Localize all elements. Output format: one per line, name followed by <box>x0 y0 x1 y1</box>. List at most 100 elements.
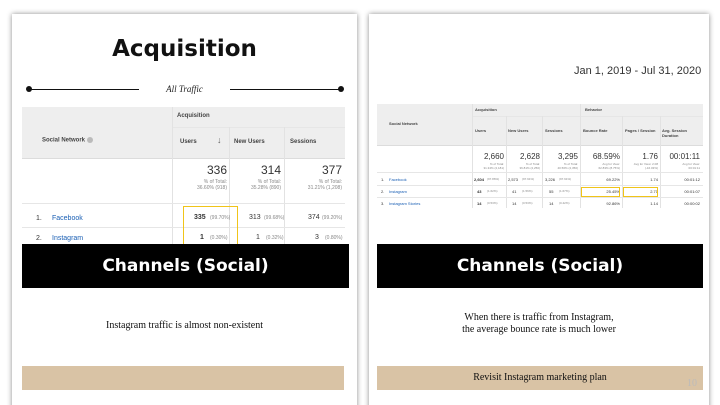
analytics-table: Acquisition Behavior Social Network User… <box>377 104 703 208</box>
right-slide: Jan 1, 2019 - Jul 31, 2020 Acquisition B… <box>369 14 709 405</box>
total-sessions: 3,295 <box>557 152 578 161</box>
row-sessions-pct: (0.80%) <box>325 235 343 241</box>
total-bounce-note2: 62.83% (8.75%) <box>598 166 620 170</box>
total-new-users-note2: 35.28% (890) <box>250 185 281 191</box>
left-slide: Acquisition All Traffic Acquisition Soci… <box>12 14 357 405</box>
row-sessions: 374 <box>308 214 320 221</box>
col-avg-duration[interactable]: Avg. Session Duration <box>662 128 703 138</box>
col-pages-session[interactable]: Pages / Session <box>625 128 655 133</box>
section-band: Channels (Social) <box>22 244 349 288</box>
row-link-instagram[interactable]: Instagram <box>52 235 83 242</box>
row-sessions: 14 <box>549 201 554 206</box>
dim-header[interactable]: Social Network <box>389 121 418 126</box>
total-users-note2: 36.60% (918) <box>196 185 227 191</box>
group-header-behavior: Behavior <box>585 107 603 112</box>
row-link-instagram-stories[interactable]: Instagram Stories <box>389 201 420 206</box>
row-new-users: 2,573 <box>508 177 519 182</box>
action-bar: Revisit Instagram marketing plan <box>377 366 703 390</box>
row-users-pct: (0.53%) <box>487 201 498 205</box>
col-users[interactable]: Users <box>475 128 486 133</box>
row-sessions: 55 <box>549 189 554 194</box>
total-users: 336 <box>206 163 227 177</box>
col-sessions[interactable]: Sessions <box>545 128 563 133</box>
row-users-pct: (1.62%) <box>487 189 498 193</box>
row-rule <box>377 197 703 198</box>
row-new-users-pct: (0.53%) <box>522 201 533 205</box>
dim-header-label: Social Network <box>42 137 86 144</box>
row-sessions-pct: (97.91%) <box>559 177 572 181</box>
row-users-pct: (97.86%) <box>487 177 500 181</box>
group-header-acquisition: Acquisition <box>475 107 497 112</box>
date-range[interactable]: Jan 1, 2019 - Jul 31, 2020 <box>574 65 701 77</box>
col-new-users[interactable]: New Users <box>508 128 528 133</box>
row-new-users-pct: (97.91%) <box>522 177 535 181</box>
row-users: 2,604 <box>474 177 485 182</box>
subtitle-rule-right <box>230 89 340 90</box>
total-dur-note2: 00:01:11 <box>688 166 700 170</box>
total-new-users-note2: 36.81% (2,250) <box>519 166 540 170</box>
insight-text: Instagram traffic is almost non-existent <box>106 320 263 331</box>
dim-header[interactable]: Social Network <box>42 137 93 144</box>
insight-text-line2: the average bounce rate is much lower <box>462 324 616 335</box>
help-icon[interactable] <box>86 137 93 143</box>
sort-down-icon[interactable]: ↓ <box>217 135 222 145</box>
total-new-users: 314 <box>260 163 281 177</box>
total-avg-duration: 00:01:11 <box>669 152 700 161</box>
row-bounce-rate: 69.22% <box>606 177 620 182</box>
action-bar <box>22 366 344 390</box>
header-rule <box>172 127 345 128</box>
row-new-users: 313 <box>249 214 261 221</box>
row-avg-duration: 00:01:12 <box>684 177 700 182</box>
total-users-note2: 31.34% (2,181) <box>483 166 504 170</box>
table-header <box>377 104 703 146</box>
row-link-facebook[interactable]: Facebook <box>52 215 83 222</box>
row-index: 2. <box>36 235 42 242</box>
row-pages-session: 1.14 <box>650 201 658 206</box>
row-sessions: 3 <box>315 234 319 241</box>
row-rule <box>377 185 703 186</box>
row-link-facebook[interactable]: Facebook <box>389 177 407 182</box>
insight-text-line1: When there is traffic from Instagram, <box>464 312 614 323</box>
total-bounce-rate: 68.59% <box>592 152 620 161</box>
total-sessions-note2: 40.56% (2,350) <box>557 166 578 170</box>
total-sessions-note2: 31.21% (1,208) <box>307 185 342 191</box>
row-index: 3. <box>381 201 385 206</box>
totals-rule <box>377 172 703 173</box>
row-new-users: 41 <box>512 189 517 194</box>
line-dot-right <box>338 86 344 92</box>
totals-rule <box>22 203 345 204</box>
total-users: 2,660 <box>483 152 504 161</box>
row-new-users: 14 <box>512 201 517 206</box>
row-bounce-rate: 92.86% <box>606 201 620 206</box>
highlight-box-bounce <box>581 187 620 197</box>
row-new-users-pct: (1.56%) <box>522 189 533 193</box>
total-sessions: 377 <box>321 163 342 177</box>
row-users: 43 <box>477 189 482 194</box>
col-bounce-rate[interactable]: Bounce Rate <box>583 128 607 133</box>
page-number: 10 <box>687 378 697 389</box>
highlight-box-pages <box>623 187 658 197</box>
row-sessions: 3,226 <box>545 177 556 182</box>
row-sessions-pct: (99.20%) <box>322 215 343 221</box>
row-users: 14 <box>477 201 482 206</box>
col-sessions[interactable]: Sessions <box>290 139 316 145</box>
row-link-instagram[interactable]: Instagram <box>389 189 407 194</box>
row-index: 1. <box>381 177 385 182</box>
section-band: Channels (Social) <box>377 244 703 288</box>
row-new-users-pct: (0.32%) <box>266 235 284 241</box>
row-sessions-pct: (0.42%) <box>559 201 570 205</box>
row-avg-duration: 00:00:02 <box>684 201 700 206</box>
row-avg-duration: 00:01:07 <box>684 189 700 194</box>
row-new-users-pct: (99.68%) <box>264 215 285 221</box>
slide-title: Acquisition <box>112 36 257 62</box>
col-users[interactable]: Users <box>180 139 197 145</box>
total-pages-session: 1.76 <box>642 152 658 161</box>
analytics-table: Acquisition Social Network Users ↓ New U… <box>22 107 345 251</box>
col-new-users[interactable]: New Users <box>234 139 265 145</box>
highlight-box <box>183 206 238 248</box>
row-index: 1. <box>36 215 42 222</box>
total-new-users: 2,628 <box>519 152 540 161</box>
row-pages-session: 1.74 <box>650 177 658 182</box>
total-pps-note2: (-16.03%) <box>644 166 658 170</box>
row-sessions-pct: (1.67%) <box>559 189 570 193</box>
